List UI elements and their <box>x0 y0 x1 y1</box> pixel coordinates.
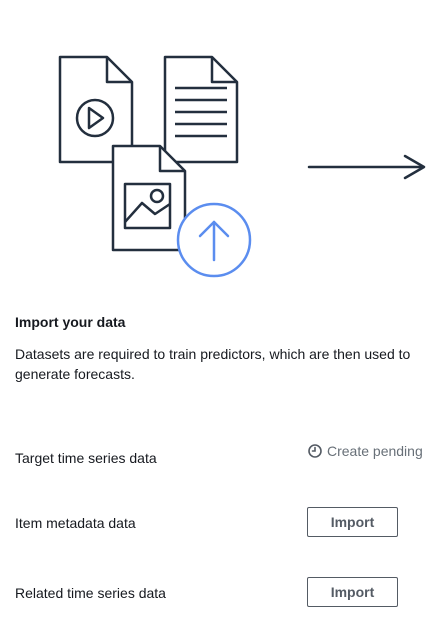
status-text: Create pending <box>327 443 423 459</box>
image-file-icon <box>111 144 187 252</box>
item-metadata-label: Item metadata data <box>15 515 136 531</box>
section-description: Datasets are required to train predictor… <box>15 346 411 382</box>
target-time-series-label: Target time series data <box>15 450 157 466</box>
upload-icon <box>176 202 252 278</box>
import-related-time-series-button[interactable]: Import <box>307 577 398 607</box>
import-item-metadata-button[interactable]: Import <box>307 507 398 537</box>
clock-icon <box>308 444 322 458</box>
section-title: Import your data <box>15 314 126 330</box>
import-data-illustration <box>58 55 426 278</box>
create-pending-status: Create pending <box>308 443 423 459</box>
arrow-right-icon <box>307 154 426 180</box>
text-document-icon <box>163 55 239 164</box>
related-time-series-label: Related time series data <box>15 585 166 601</box>
